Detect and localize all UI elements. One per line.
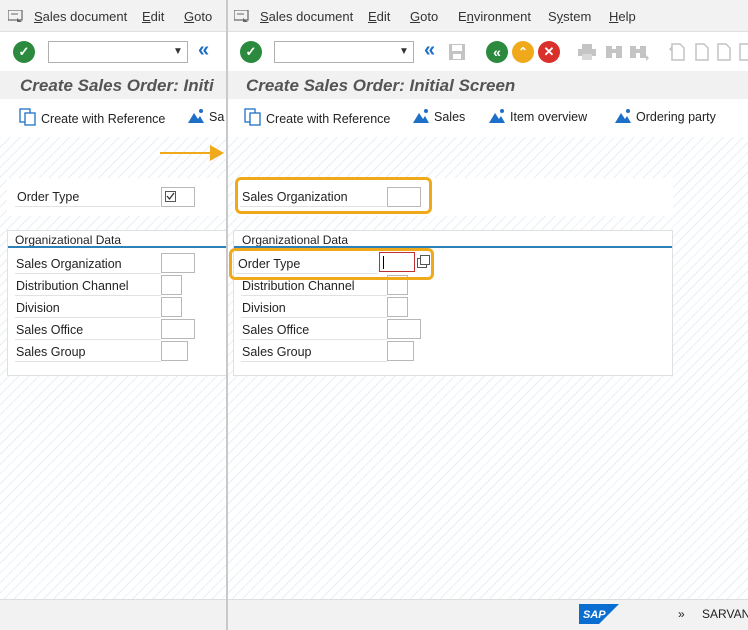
back-double-chevron-icon[interactable]: «	[198, 39, 209, 62]
exit-icon[interactable]: ⌃	[512, 41, 534, 63]
arrow-line	[160, 152, 212, 154]
menu-icon[interactable]	[8, 10, 24, 22]
page-title: Create Sales Order: Initi	[20, 76, 214, 95]
menu-sales-document[interactable]: Sales document	[34, 9, 127, 24]
status-expand-icon[interactable]: »	[678, 607, 685, 621]
sales-group-input[interactable]	[387, 341, 414, 361]
back-double-chevron-icon[interactable]: «	[424, 39, 435, 62]
status-bar: SAP » SARVAN	[228, 599, 748, 630]
item-overview-button[interactable]: Item overview	[488, 108, 587, 124]
title-bar: Create Sales Order: Initi	[0, 71, 226, 99]
chevron-down-icon[interactable]: ▼	[169, 42, 187, 62]
menu-help[interactable]: Help	[609, 9, 636, 24]
back-icon[interactable]: «	[486, 41, 508, 63]
menu-environment[interactable]: Environment	[458, 9, 531, 24]
page-title: Create Sales Order: Initial Screen	[246, 76, 516, 95]
print-icon[interactable]	[578, 44, 596, 60]
chevron-down-icon[interactable]: ▼	[395, 42, 413, 62]
sales-office-input[interactable]	[387, 319, 421, 339]
sales-button[interactable]: Sa	[187, 108, 224, 124]
previous-page-icon[interactable]	[692, 43, 710, 61]
cancel-icon[interactable]: ✕	[538, 41, 560, 63]
find-icon[interactable]	[605, 43, 623, 61]
sales-office-label: Sales Office	[242, 323, 310, 337]
sap-logo: SAP	[579, 604, 619, 624]
menu-edit[interactable]: Edit	[142, 9, 164, 24]
menu-icon[interactable]	[234, 10, 250, 22]
application-toolbar: Create with Reference Sa	[0, 101, 226, 135]
title-bar: Create Sales Order: Initial Screen	[228, 71, 748, 99]
menu-edit[interactable]: Edit	[368, 9, 390, 24]
menu-bar: Sales document Edit Goto Environment Sys…	[228, 0, 748, 32]
sales-group-label: Sales Group	[242, 345, 312, 359]
right-window: Sales document Edit Goto Environment Sys…	[228, 0, 748, 630]
create-with-reference-button[interactable]: Create with Reference	[244, 108, 390, 126]
group-title: Organizational Data	[15, 233, 122, 247]
last-page-icon[interactable]	[738, 43, 748, 61]
save-icon[interactable]	[448, 43, 466, 61]
command-field[interactable]: ▼	[274, 41, 414, 63]
mountain-icon	[413, 109, 429, 123]
order-type-input[interactable]	[161, 187, 195, 207]
menu-bar: Sales document Edit Goto	[0, 0, 226, 32]
first-page-icon[interactable]	[668, 43, 686, 61]
copy-icon	[19, 108, 36, 126]
menu-sales-document[interactable]: Sales document	[260, 9, 353, 24]
system-toolbar: ✓ ▼ «	[0, 33, 226, 71]
ordering-party-button[interactable]: Ordering party	[614, 108, 716, 124]
division-label: Division	[16, 301, 60, 315]
mountain-icon	[615, 109, 631, 123]
arrow-right-icon	[210, 145, 224, 161]
find-next-icon[interactable]	[629, 43, 649, 61]
create-with-reference-button[interactable]: Create with Reference	[19, 108, 165, 126]
highlight-order-type	[229, 248, 434, 280]
sales-organization-label: Sales Organization	[16, 257, 122, 271]
sales-office-input[interactable]	[161, 319, 195, 339]
division-label: Division	[242, 301, 286, 315]
menu-goto[interactable]: Goto	[410, 9, 438, 24]
svg-text:SAP: SAP	[583, 609, 606, 621]
sales-organization-input[interactable]	[161, 253, 195, 273]
enter-check-icon[interactable]: ✓	[13, 41, 35, 63]
mountain-icon	[489, 109, 505, 123]
system-name: SARVAN	[702, 607, 748, 621]
division-input[interactable]	[161, 297, 182, 317]
distribution-channel-label: Distribution Channel	[242, 279, 355, 293]
copy-icon	[244, 108, 261, 126]
highlight-sales-organization	[235, 177, 432, 214]
command-field[interactable]: ▼	[48, 41, 188, 63]
enter-check-icon[interactable]: ✓	[240, 41, 262, 63]
distribution-channel-input[interactable]	[161, 275, 182, 295]
status-bar	[0, 599, 226, 630]
left-window: Sales document Edit Goto ✓ ▼ « Create Sa…	[0, 0, 226, 630]
sales-office-label: Sales Office	[16, 323, 84, 337]
division-input[interactable]	[387, 297, 408, 317]
mountain-icon	[188, 109, 204, 123]
sales-button[interactable]: Sales	[412, 108, 465, 124]
organizational-data-group: Organizational Data Sales Organization D…	[7, 230, 226, 376]
system-toolbar: ✓ ▼ « « ⌃ ✕	[228, 33, 748, 71]
group-title: Organizational Data	[242, 233, 349, 247]
menu-goto[interactable]: Goto	[184, 9, 212, 24]
checklist-icon	[165, 191, 176, 202]
next-page-icon[interactable]	[716, 43, 734, 61]
distribution-channel-label: Distribution Channel	[16, 279, 129, 293]
menu-system[interactable]: System	[548, 9, 591, 24]
sales-group-input[interactable]	[161, 341, 188, 361]
application-toolbar: Create with Reference Sales Item overvie…	[228, 101, 748, 135]
order-type-label: Order Type	[17, 190, 80, 204]
sales-group-label: Sales Group	[16, 345, 86, 359]
